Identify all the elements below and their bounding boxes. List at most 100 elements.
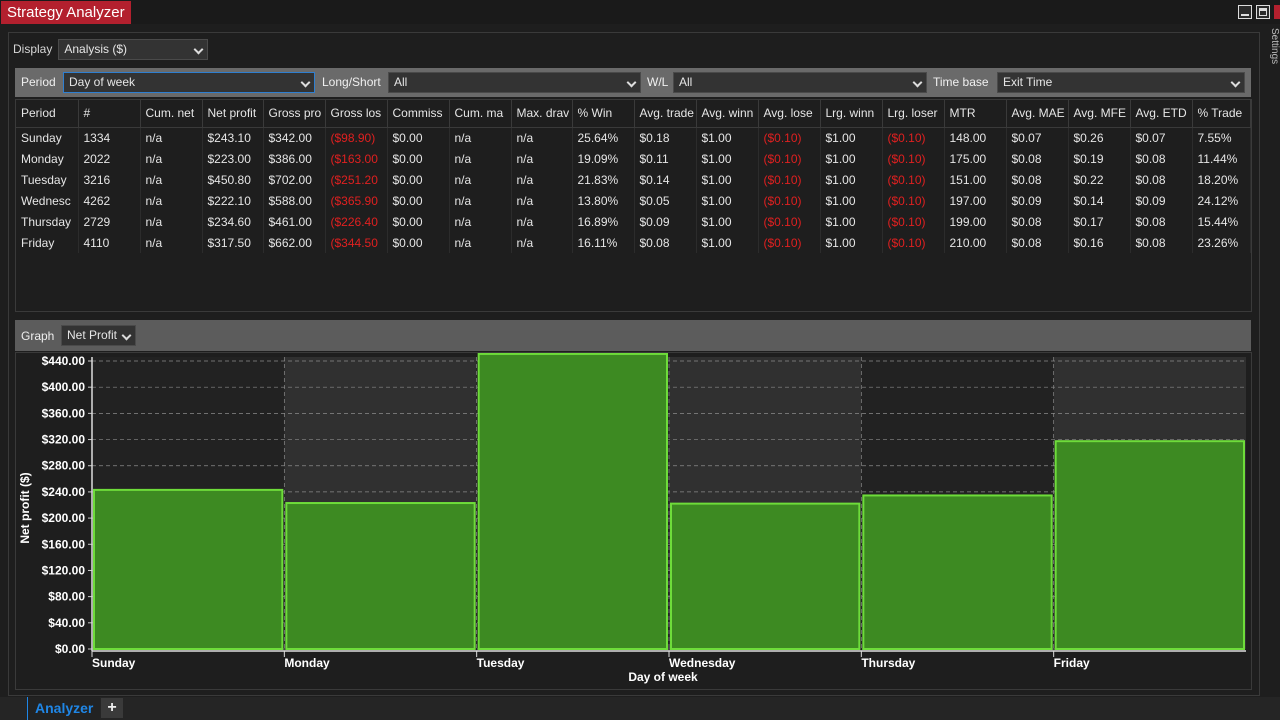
- table-cell: 7.55%: [1192, 127, 1251, 148]
- timebase-select[interactable]: Exit Time: [997, 72, 1245, 93]
- column-header[interactable]: Avg. winn: [696, 100, 759, 128]
- display-select[interactable]: Analysis ($): [58, 38, 209, 60]
- table-cell: ($0.10): [758, 169, 821, 190]
- table-cell: $0.00: [387, 148, 450, 169]
- period-label: Period: [21, 75, 56, 89]
- column-header[interactable]: Max. drav: [511, 100, 573, 128]
- tab-analyzer[interactable]: Analyzer: [27, 697, 101, 720]
- table-cell: $0.14: [634, 169, 697, 190]
- display-label: Display: [13, 42, 53, 56]
- bar-monday: [285, 502, 476, 650]
- column-header[interactable]: Lrg. loser: [882, 100, 945, 128]
- table-cell: 4262: [78, 190, 141, 211]
- table-cell: $0.00: [387, 232, 450, 253]
- wl-select[interactable]: All: [673, 72, 927, 93]
- table-cell: n/a: [511, 190, 573, 211]
- table-cell: $588.00: [263, 190, 326, 211]
- table-cell: 19.09%: [572, 148, 635, 169]
- table-cell: ($226.40: [325, 211, 388, 232]
- table-cell: 16.11%: [572, 232, 635, 253]
- table-cell: $1.00: [820, 211, 883, 232]
- table-cell: 3216: [78, 169, 141, 190]
- column-header[interactable]: Cum. ma: [449, 100, 512, 128]
- table-cell: $1.00: [820, 148, 883, 169]
- table-cell: n/a: [140, 148, 203, 169]
- column-header[interactable]: #: [78, 100, 141, 128]
- column-header[interactable]: Avg. MAE: [1006, 100, 1069, 128]
- column-header[interactable]: Commiss: [387, 100, 450, 128]
- bottom-tab-bar: Analyzer +: [0, 697, 1280, 720]
- column-header[interactable]: Period: [16, 100, 79, 128]
- column-header[interactable]: MTR: [944, 100, 1007, 128]
- x-tick-label: Wednesday: [669, 656, 736, 670]
- longshort-select[interactable]: All: [388, 72, 641, 93]
- table-row[interactable]: Tuesday 3216 n/a $450.80 $702.00 ($251.20 $0.0…: [16, 169, 1251, 190]
- bar-wednesday: [670, 502, 861, 650]
- y-tick-label: $320.00: [42, 433, 86, 447]
- settings-side-tab[interactable]: Settings: [1268, 28, 1280, 78]
- minimize-button[interactable]: [1238, 5, 1252, 19]
- table-cell: Tuesday: [16, 169, 79, 190]
- table-cell: $461.00: [263, 211, 326, 232]
- table-cell: n/a: [511, 148, 573, 169]
- y-tick-label: $440.00: [42, 354, 86, 368]
- table-cell: $0.08: [1006, 232, 1069, 253]
- column-header[interactable]: Avg. lose: [758, 100, 821, 128]
- table-cell: 1334: [78, 127, 141, 148]
- table-cell: $702.00: [263, 169, 326, 190]
- table-cell: Friday: [16, 232, 79, 253]
- chevron-down-icon: [121, 330, 132, 341]
- table-cell: 21.83%: [572, 169, 635, 190]
- longshort-value: All: [394, 75, 408, 89]
- column-header[interactable]: Avg. ETD: [1130, 100, 1193, 128]
- add-tab-button[interactable]: +: [101, 698, 123, 718]
- table-cell: n/a: [511, 169, 573, 190]
- table-cell: $0.18: [634, 127, 697, 148]
- table-cell: 18.20%: [1192, 169, 1251, 190]
- table-cell: $0.08: [1130, 148, 1193, 169]
- graph-select[interactable]: Net Profit: [61, 325, 137, 346]
- column-header[interactable]: Cum. net: [140, 100, 203, 128]
- table-cell: ($0.10): [758, 127, 821, 148]
- column-header[interactable]: % Trade: [1192, 100, 1251, 128]
- column-header[interactable]: Gross pro: [263, 100, 326, 128]
- y-tick-label: $120.00: [42, 563, 86, 577]
- close-button[interactable]: [1274, 5, 1280, 19]
- table-cell: 11.44%: [1192, 148, 1251, 169]
- table-cell: 151.00: [944, 169, 1007, 190]
- table-row[interactable]: Wednesc 4262 n/a $222.10 $588.00 ($365.90 $0.0…: [16, 190, 1251, 211]
- column-header[interactable]: Net profit: [202, 100, 264, 128]
- y-tick-label: $200.00: [42, 511, 86, 525]
- column-header[interactable]: Avg. MFE: [1068, 100, 1131, 128]
- table-cell: ($344.50: [325, 232, 388, 253]
- column-header[interactable]: % Win: [572, 100, 635, 128]
- column-header[interactable]: Gross los: [325, 100, 388, 128]
- chart-container: $0.00 $40.00 $80.00 $120.00 $160.00 $200.00 $2…: [15, 352, 1252, 690]
- table-cell: n/a: [449, 211, 512, 232]
- table-cell: $0.09: [1130, 190, 1193, 211]
- table-row[interactable]: Sunday 1334 n/a $243.10 $342.00 ($98.90) $0.00…: [16, 127, 1251, 148]
- maximize-button[interactable]: [1256, 5, 1270, 19]
- table-row[interactable]: Monday 2022 n/a $223.00 $386.00 ($163.00 $0.00…: [16, 148, 1251, 169]
- x-axis-title: Day of week: [628, 670, 698, 684]
- longshort-label: Long/Short: [322, 75, 381, 89]
- table-cell: $662.00: [263, 232, 326, 253]
- x-tick-label: Monday: [284, 656, 330, 670]
- table-cell: ($251.20: [325, 169, 388, 190]
- x-tick-label: Friday: [1054, 656, 1090, 670]
- table-cell: $0.00: [387, 211, 450, 232]
- table-cell: 2022: [78, 148, 141, 169]
- timebase-value: Exit Time: [1003, 75, 1053, 89]
- table-row[interactable]: Friday 4110 n/a $317.50 $662.00 ($344.50 $0.00…: [16, 232, 1251, 253]
- period-value: Day of week: [69, 75, 136, 89]
- chevron-down-icon: [300, 77, 311, 88]
- table-cell: 197.00: [944, 190, 1007, 211]
- column-header[interactable]: Lrg. winn: [820, 100, 883, 128]
- table-cell: $0.08: [1130, 232, 1193, 253]
- period-select[interactable]: Day of week: [63, 72, 315, 93]
- table-row[interactable]: Thursday 2729 n/a $234.60 $461.00 ($226.40 $0.…: [16, 211, 1251, 232]
- table-cell: $0.07: [1006, 127, 1069, 148]
- y-tick-label: $80.00: [48, 590, 85, 604]
- column-header[interactable]: Avg. trade: [634, 100, 697, 128]
- table-cell: 24.12%: [1192, 190, 1251, 211]
